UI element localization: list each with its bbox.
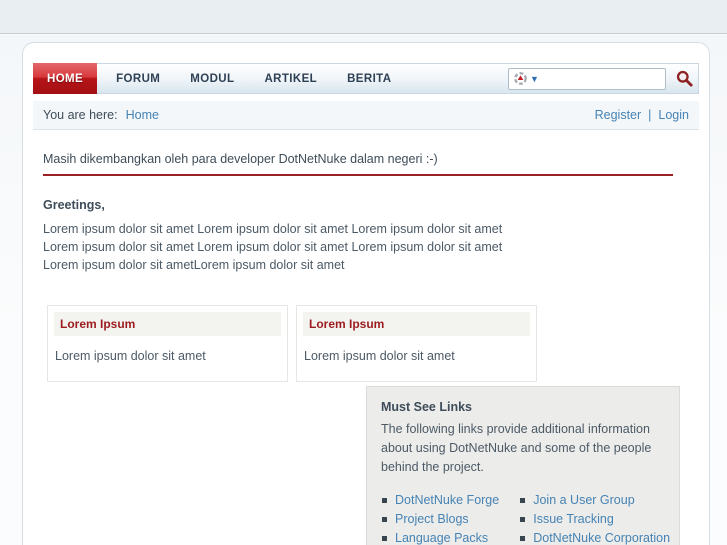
link-column-1: DotNetNuke Forge Project Blogs Language … <box>381 493 499 545</box>
breadcrumb-prefix: You are here: <box>43 108 118 122</box>
panel-body: Lorem ipsum dolor sit amet <box>55 349 206 364</box>
list-item: Join a User Group <box>519 493 670 507</box>
nav-item-berita[interactable]: BERITA <box>332 64 406 93</box>
list-item: Language Packs <box>381 531 499 545</box>
list-item: DotNetNuke Forge <box>381 493 499 507</box>
panel-title: Lorem Ipsum <box>54 312 281 337</box>
search-group: ▼ <box>508 64 698 93</box>
panel-lorem-2: Lorem Ipsum Lorem ipsum dolor sit amet <box>296 305 537 383</box>
red-divider <box>43 174 673 176</box>
link-dotnetnuke-corporation[interactable]: DotNetNuke Corporation <box>533 531 670 545</box>
register-link[interactable]: Register <box>595 108 642 122</box>
page-top-band <box>0 0 727 34</box>
panel-lorem-1: Lorem Ipsum Lorem ipsum dolor sit amet <box>47 305 288 383</box>
panel-title: Lorem Ipsum <box>303 312 530 337</box>
search-input[interactable] <box>538 69 661 88</box>
panels-row: Lorem Ipsum Lorem ipsum dolor sit amet L… <box>47 305 673 383</box>
magnifier-icon[interactable] <box>675 69 694 88</box>
nav-item-forum[interactable]: FORUM <box>101 64 175 93</box>
auth-links: Register | Login <box>595 108 689 122</box>
panel-body: Lorem ipsum dolor sit amet <box>304 349 455 364</box>
nav-item-artikel[interactable]: ARTIKEL <box>249 64 332 93</box>
breadcrumb-home-link[interactable]: Home <box>126 108 159 122</box>
nav-item-home[interactable]: HOME <box>33 63 98 94</box>
greeting-paragraph: Lorem ipsum dolor sit amet Lorem ipsum d… <box>43 222 503 273</box>
list-item: Project Blogs <box>381 512 499 526</box>
must-see-description: The following links provide additional i… <box>381 422 652 474</box>
content-area: Masih dikembangkan oleh para developer D… <box>23 130 709 545</box>
site-logo-icon <box>513 71 528 86</box>
link-project-blogs[interactable]: Project Blogs <box>395 512 469 526</box>
must-see-links-box: Must See Links The following links provi… <box>366 386 680 545</box>
link-language-packs[interactable]: Language Packs <box>395 531 488 545</box>
main-container: HOME FORUM MODUL ARTIKEL BERITA ▼ You ar… <box>22 42 710 545</box>
link-join-user-group[interactable]: Join a User Group <box>533 493 634 507</box>
greeting-title: Greetings, <box>43 198 105 212</box>
login-link[interactable]: Login <box>658 108 689 122</box>
link-column-2: Join a User Group Issue Tracking DotNetN… <box>519 493 670 545</box>
must-see-link-columns: DotNetNuke Forge Project Blogs Language … <box>381 493 670 545</box>
link-dotnetnuke-forge[interactable]: DotNetNuke Forge <box>395 493 499 507</box>
search-scope-dropdown-icon[interactable]: ▼ <box>530 74 539 84</box>
must-see-title: Must See Links <box>381 400 472 415</box>
intro-text: Masih dikembangkan oleh para developer D… <box>43 152 438 166</box>
nav-item-modul[interactable]: MODUL <box>175 64 249 93</box>
breadcrumb-bar: You are here: Home Register | Login <box>33 101 699 130</box>
search-box[interactable]: ▼ <box>508 67 666 90</box>
list-item: Issue Tracking <box>519 512 670 526</box>
list-item: DotNetNuke Corporation <box>519 531 670 545</box>
link-issue-tracking[interactable]: Issue Tracking <box>533 512 614 526</box>
main-navbar: HOME FORUM MODUL ARTIKEL BERITA ▼ <box>33 63 699 94</box>
auth-separator: | <box>648 108 652 122</box>
